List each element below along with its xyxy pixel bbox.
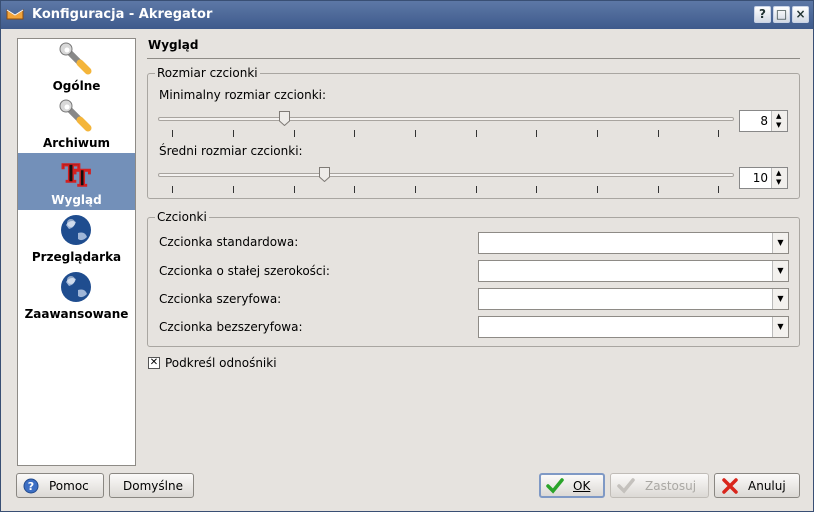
fonts-group: Czcionki Czcionka standardowa: ▼ Czcionk… xyxy=(147,210,800,347)
button-label: Domyślne xyxy=(123,479,183,493)
svg-text:T: T xyxy=(74,166,91,190)
help-icon: ? xyxy=(23,478,39,494)
sidebar: Ogólne Archiwum T T Wygląd Przeglądarka … xyxy=(17,38,136,466)
button-label: Anuluj xyxy=(748,479,786,493)
standard-font-label: Czcionka standardowa: xyxy=(159,235,299,249)
title-divider xyxy=(147,58,800,59)
sidebar-item-archive[interactable]: Archiwum xyxy=(18,96,135,153)
standard-font-combo[interactable]: ▼ xyxy=(478,232,789,254)
defaults-button[interactable]: Domyślne xyxy=(109,473,194,498)
chevron-down-icon[interactable]: ▼ xyxy=(772,289,788,309)
fonts-icon: T T xyxy=(61,158,92,190)
chevron-down-icon[interactable]: ▼ xyxy=(772,261,788,281)
sidebar-item-label: Zaawansowane xyxy=(24,307,129,321)
window-title: Konfiguracja - Akregator xyxy=(32,7,213,22)
spinbox-value: 8 xyxy=(760,114,768,128)
sidebar-item-label: Ogólne xyxy=(52,79,101,93)
sidebar-item-appearance[interactable]: T T Wygląd xyxy=(18,153,135,210)
sans-font-combo[interactable]: ▼ xyxy=(478,316,789,338)
serif-font-label: Czcionka szeryfowa: xyxy=(159,292,282,306)
underline-links-checkbox[interactable]: ✕ xyxy=(148,357,160,369)
sidebar-item-label: Archiwum xyxy=(42,136,111,150)
maximize-button[interactable]: □ xyxy=(773,6,790,23)
slider-ticks xyxy=(158,186,738,194)
sidebar-item-label: Przeglądarka xyxy=(31,250,122,264)
akregator-icon xyxy=(6,9,24,20)
fixed-font-label: Czcionka o stałej szerokości: xyxy=(159,264,330,278)
config-window: Konfiguracja - Akregator ? □ × Ogólne Ar… xyxy=(0,0,814,512)
sidebar-item-browser[interactable]: Przeglądarka xyxy=(18,210,135,267)
min-font-size-slider[interactable] xyxy=(158,117,734,121)
spinbox-arrows[interactable]: ▲ ▼ xyxy=(771,168,787,188)
button-label: Zastosuj xyxy=(645,479,697,493)
wrench-icon xyxy=(59,42,92,75)
help-title-button[interactable]: ? xyxy=(754,6,771,23)
help-button[interactable]: ? Pomoc xyxy=(16,473,104,498)
avg-font-size-slider[interactable] xyxy=(158,173,734,177)
page-title: Wygląd xyxy=(148,38,199,52)
avg-font-size-label: Średni rozmiar czcionki: xyxy=(159,144,303,158)
button-label: OK xyxy=(573,479,591,493)
sidebar-item-advanced[interactable]: Zaawansowane xyxy=(18,267,135,324)
checkmark-icon xyxy=(546,478,564,494)
svg-text:?: ? xyxy=(28,480,34,493)
globe-icon xyxy=(61,215,91,245)
sidebar-item-label: Wygląd xyxy=(51,193,102,207)
spinbox-arrows[interactable]: ▲ ▼ xyxy=(771,111,787,131)
fixed-font-combo[interactable]: ▼ xyxy=(478,260,789,282)
slider-ticks xyxy=(158,130,738,138)
cancel-button[interactable]: Anuluj xyxy=(714,473,800,498)
spinbox-value: 10 xyxy=(752,171,768,185)
checkmark-icon xyxy=(617,478,635,494)
sidebar-item-general[interactable]: Ogólne xyxy=(18,39,135,96)
font-size-group: Rozmiar czcionki Minimalny rozmiar czcio… xyxy=(147,66,800,199)
sans-font-label: Czcionka bezszeryfowa: xyxy=(159,320,303,334)
close-button[interactable]: × xyxy=(792,6,809,23)
avg-font-size-spinbox[interactable]: 10 ▲ ▼ xyxy=(739,167,788,189)
globe-icon xyxy=(61,272,91,302)
cancel-icon xyxy=(722,478,738,494)
chevron-down-icon[interactable]: ▼ xyxy=(772,233,788,253)
min-font-size-spinbox[interactable]: 8 ▲ ▼ xyxy=(739,110,788,132)
slider-handle[interactable] xyxy=(279,111,290,126)
underline-links-label[interactable]: Podkreśl odnośniki xyxy=(165,356,277,370)
slider-handle[interactable] xyxy=(319,167,330,182)
group-title: Rozmiar czcionki xyxy=(155,66,260,80)
serif-font-combo[interactable]: ▼ xyxy=(478,288,789,310)
apply-button[interactable]: Zastosuj xyxy=(610,473,709,498)
button-label: Pomoc xyxy=(49,479,89,493)
wrench-icon xyxy=(59,99,92,132)
title-bar[interactable]: Konfiguracja - Akregator ? □ × xyxy=(1,1,813,29)
ok-button[interactable]: OK xyxy=(539,473,605,498)
group-title: Czcionki xyxy=(155,210,209,224)
chevron-down-icon[interactable]: ▼ xyxy=(772,317,788,337)
min-font-size-label: Minimalny rozmiar czcionki: xyxy=(159,88,327,102)
